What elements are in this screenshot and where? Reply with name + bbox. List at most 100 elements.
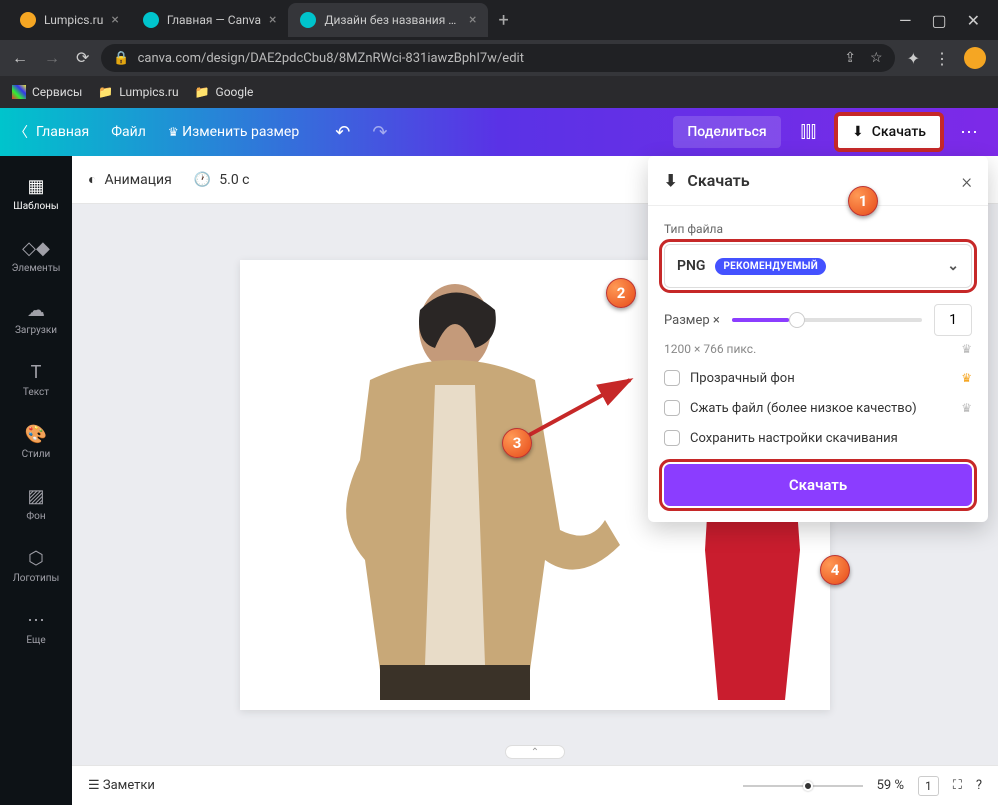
download-button[interactable]: Скачать [664,464,972,506]
size-slider[interactable] [732,318,922,322]
sidebar-templates[interactable]: ▦Шаблоны [0,164,72,224]
url-text: canva.com/design/DAE2pdcCbu8/8MZnRWci-83… [138,51,524,66]
maximize-button[interactable]: ▢ [931,11,946,30]
sidebar-text[interactable]: T Текст [0,350,72,410]
notes-button[interactable]: ☰ Заметки [88,778,155,793]
browser-tab-2[interactable]: Дизайн без названия — 1200 × [288,3,488,37]
chevron-down-icon: ⌄ [947,258,959,274]
cloud-icon: ☁ [27,300,45,321]
canvas-footer: ☰ Заметки 59 % 1 ⛶ ? [72,765,998,805]
logo-icon: ⬡ [28,548,44,569]
browser-tab-0[interactable]: Lumpics.ru × [8,3,131,37]
tab-title: Главная — Canva [167,13,261,27]
zoom-value: 59 % [877,778,904,793]
profile-avatar[interactable] [964,47,986,69]
chevron-left-icon: 〈 [14,122,28,142]
crown-icon: ♛ [168,125,179,139]
zoom-slider[interactable] [743,785,863,787]
crown-icon: ♛ [961,342,972,356]
sidebar-label: Текст [23,387,49,398]
more-button[interactable]: ⋯ [954,116,984,149]
tab-title: Lumpics.ru [44,13,103,27]
compress-checkbox[interactable] [664,400,680,416]
undo-button[interactable]: ↶ [335,122,350,143]
favicon-icon [143,12,159,28]
file-type-label: Тип файла [664,222,972,236]
bookmark-google[interactable]: 📁 Google [195,85,254,99]
file-button[interactable]: Файл [111,124,146,140]
notes-label: Заметки [103,778,155,793]
sidebar-uploads[interactable]: ☁ Загрузки [0,288,72,348]
help-icon[interactable]: ? [976,778,982,793]
animation-label: Анимация [104,172,171,188]
resize-label: Изменить размер [182,124,299,140]
close-icon[interactable]: × [962,169,972,193]
save-settings-checkbox[interactable] [664,430,680,446]
page-handle[interactable]: ⌃ [505,745,565,759]
text-icon: T [31,362,42,383]
sidebar-label: Фон [26,511,45,522]
folder-icon: 📁 [195,85,210,99]
window-controls: — ▢ ✕ [889,11,990,30]
annotation-marker-3: 3 [502,428,532,458]
sidebar-elements[interactable]: ◇◆Элементы [0,226,72,286]
share-icon[interactable]: ⇪ [844,50,856,66]
back-button[interactable]: ← [12,48,28,68]
bookmark-label: Сервисы [32,85,82,99]
save-settings-label: Сохранить настройки скачивания [690,431,898,446]
browser-tab-1[interactable]: Главная — Canva × [131,3,289,37]
recommended-badge: РЕКОМЕНДУЕМЫЙ [715,258,826,275]
close-icon[interactable]: × [469,12,476,28]
page-indicator[interactable]: 1 [918,776,939,796]
share-button[interactable]: Поделиться [673,116,780,148]
fullscreen-icon[interactable]: ⛶ [953,778,962,793]
tabs-row: Lumpics.ru × Главная — Canva × Дизайн бе… [8,0,889,40]
minimize-button[interactable]: — [899,11,912,30]
palette-icon: 🎨 [25,424,47,445]
download-button-top[interactable]: ⬇ Скачать [836,114,942,150]
close-icon[interactable]: × [269,12,276,28]
star-icon[interactable]: ☆ [870,50,883,66]
background-icon: ▨ [27,486,44,507]
sidebar-label: Загрузки [15,325,57,336]
sidebar-logos[interactable]: ⬡Логотипы [0,536,72,596]
sidebar-styles[interactable]: 🎨Стили [0,412,72,472]
close-icon[interactable]: × [111,12,118,28]
transparent-bg-checkbox[interactable] [664,370,680,386]
annotation-marker-1: 1 [848,186,878,216]
crown-icon: ♛ [961,401,972,415]
bookmark-label: Google [216,85,254,99]
animation-icon: ◐ [88,171,96,188]
bookmark-lumpics[interactable]: 📁 Lumpics.ru [98,85,178,99]
clock-icon: 🕐 [194,172,211,188]
new-tab-button[interactable]: + [488,10,518,31]
size-input[interactable]: 1 [934,304,972,336]
extensions-icon[interactable]: ✦ [907,49,920,68]
duration-button[interactable]: 🕐 5.0 c [194,172,250,188]
crown-icon: ♛ [961,371,972,385]
duration-label: 5.0 c [219,172,249,188]
resize-button[interactable]: ♛ Изменить размер [168,124,299,140]
favicon-icon [300,12,316,28]
sidebar-more[interactable]: ⋯ Еще [0,598,72,658]
redo-button[interactable]: ↷ [372,122,387,143]
bookmark-services[interactable]: Сервисы [12,85,82,99]
animation-button[interactable]: ◐ Анимация [88,171,172,188]
close-button[interactable]: ✕ [967,11,980,30]
left-sidebar: ▦Шаблоны ◇◆Элементы ☁ Загрузки T Текст 🎨Ст… [0,156,72,805]
download-icon: ⬇ [852,124,864,140]
url-field[interactable]: 🔒 canva.com/design/DAE2pdcCbu8/8MZnRWci-… [101,44,894,72]
home-button[interactable]: 〈 Главная [14,122,89,142]
file-type-select[interactable]: PNG РЕКОМЕНДУЕМЫЙ ⌄ [664,244,972,288]
sidebar-label: Еще [26,635,45,646]
panel-title: Скачать [687,171,749,190]
download-label: Скачать [872,124,926,140]
menu-icon[interactable]: ⋮ [934,49,950,68]
annotation-marker-4: 4 [820,555,850,585]
insights-icon[interactable]: ⫿⫿⫿ [793,116,824,148]
sidebar-label: Элементы [12,263,61,274]
more-icon: ⋯ [27,610,45,631]
sidebar-background[interactable]: ▨ Фон [0,474,72,534]
reload-button[interactable]: ⟳ [76,48,89,68]
forward-button[interactable]: → [44,48,60,68]
